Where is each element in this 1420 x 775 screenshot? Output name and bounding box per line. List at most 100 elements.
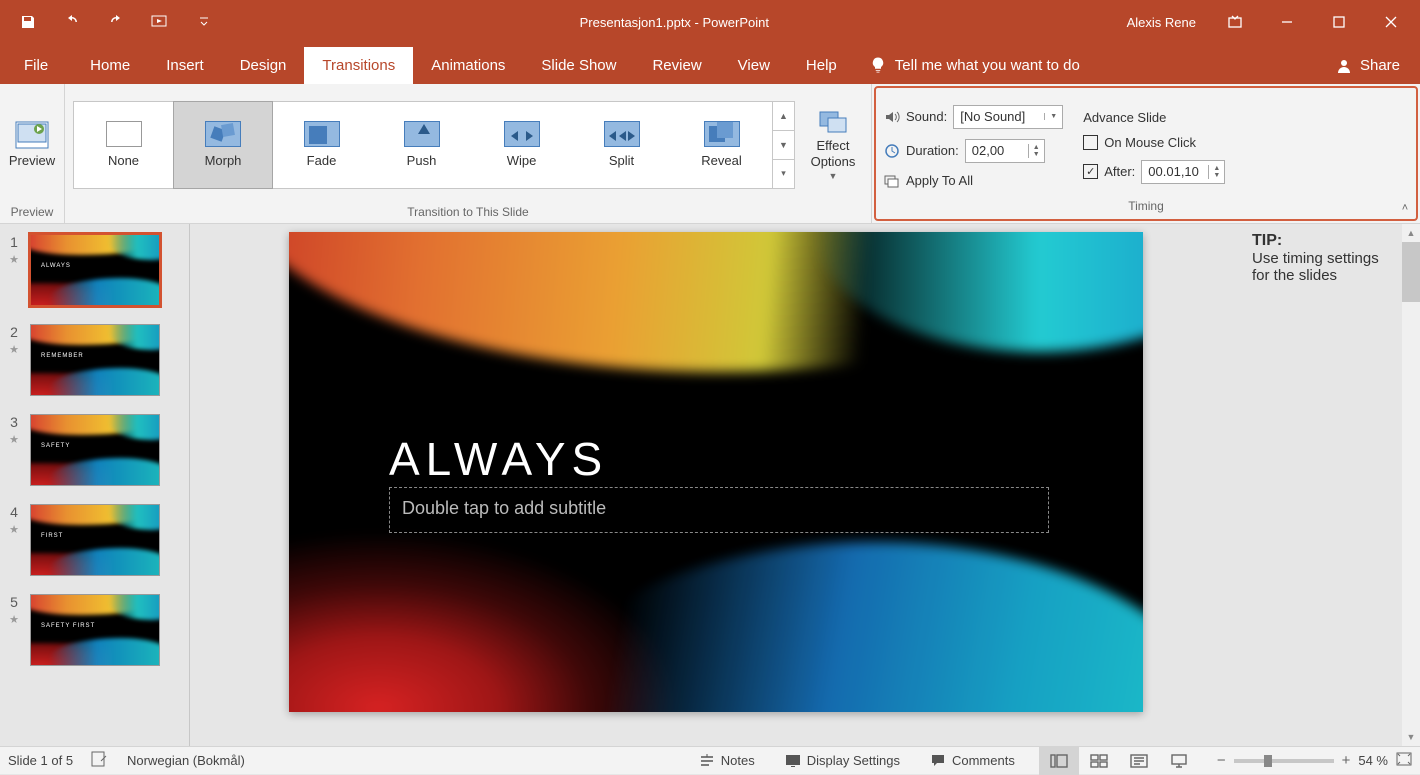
transition-push[interactable]: Push	[372, 102, 472, 188]
transition-none[interactable]: None	[74, 102, 174, 188]
tell-me-search[interactable]: Tell me what you want to do	[855, 56, 1094, 84]
slide-thumbnail-panel[interactable]: 1 ★ ALWAYS 2 ★ REMEMBER 3 ★ SAFETY 4★ FIRST…	[0, 224, 190, 746]
preview-button[interactable]: Preview	[4, 101, 60, 189]
reading-view-button[interactable]	[1119, 747, 1159, 775]
gallery-more-icon[interactable]: ▾	[773, 160, 794, 188]
tab-transitions[interactable]: Transitions	[304, 47, 413, 84]
fit-to-window-button[interactable]	[1396, 752, 1412, 769]
quick-access-toolbar	[0, 7, 232, 37]
spin-down-icon[interactable]: ▼	[1029, 151, 1044, 158]
star-icon[interactable]: ★	[9, 523, 19, 536]
transition-wipe[interactable]: Wipe	[472, 102, 572, 188]
slide-thumbnail-2[interactable]: REMEMBER	[30, 324, 160, 396]
gallery-scroll: ▲ ▼ ▾	[772, 102, 794, 188]
thumbnail-row: 4★ FIRST	[6, 504, 183, 576]
sound-dropdown[interactable]: [No Sound]▼	[953, 105, 1063, 129]
sound-icon	[884, 109, 900, 125]
zoom-in-button[interactable]: +	[1342, 752, 1351, 769]
clock-icon	[884, 143, 900, 159]
star-icon[interactable]: ★	[9, 253, 19, 266]
minimize-icon[interactable]	[1264, 7, 1310, 37]
lightbulb-icon	[869, 56, 887, 74]
zoom-level[interactable]: 54 %	[1358, 753, 1388, 768]
star-icon[interactable]: ★	[9, 343, 19, 356]
transition-reveal[interactable]: Reveal	[672, 102, 772, 188]
zoom-out-button[interactable]: −	[1217, 752, 1226, 769]
redo-icon[interactable]	[98, 7, 134, 37]
slide-sorter-button[interactable]	[1079, 747, 1119, 775]
workspace: 1 ★ ALWAYS 2 ★ REMEMBER 3 ★ SAFETY 4★ FIRST…	[0, 224, 1420, 746]
tab-animations[interactable]: Animations	[413, 47, 523, 84]
tab-design[interactable]: Design	[222, 47, 305, 84]
slide-area[interactable]: ALWAYS Double tap to add subtitle	[190, 224, 1242, 746]
tab-home[interactable]: Home	[72, 47, 148, 84]
qat-customize-icon[interactable]	[186, 7, 222, 37]
duration-input[interactable]: 02,00▲▼	[965, 139, 1045, 163]
vertical-scrollbar[interactable]: ▲ ▼	[1402, 224, 1420, 746]
comments-button[interactable]: Comments	[924, 747, 1021, 774]
star-icon[interactable]: ★	[9, 433, 19, 446]
scroll-thumb[interactable]	[1402, 242, 1420, 302]
preview-icon	[15, 121, 49, 149]
spin-up-icon[interactable]: ▲	[1029, 144, 1044, 151]
tab-help[interactable]: Help	[788, 47, 855, 84]
star-icon[interactable]: ★	[9, 613, 19, 626]
zoom-slider-thumb[interactable]	[1264, 755, 1272, 767]
after-input[interactable]: 00.01,10▲▼	[1141, 160, 1225, 184]
user-name[interactable]: Alexis Rene	[1117, 15, 1206, 30]
slide-thumbnail-3[interactable]: SAFETY	[30, 414, 160, 486]
transition-split[interactable]: Split	[572, 102, 672, 188]
tab-slideshow[interactable]: Slide Show	[523, 47, 634, 84]
start-from-beginning-icon[interactable]	[142, 7, 178, 37]
tip-panel: TIP: Use timing settings for the slides	[1242, 224, 1402, 746]
slide-thumbnail-1[interactable]: ALWAYS	[30, 234, 160, 306]
gallery-up-icon[interactable]: ▲	[773, 102, 794, 131]
tab-review[interactable]: Review	[634, 47, 719, 84]
share-button[interactable]: Share	[1316, 57, 1420, 84]
notes-button[interactable]: Notes	[693, 747, 761, 774]
spin-up-icon[interactable]: ▲	[1209, 165, 1224, 172]
collapse-ribbon-icon[interactable]: ˄	[1396, 199, 1414, 217]
ribbon-group-label: Transition to This Slide	[69, 201, 867, 221]
after-checkbox[interactable]	[1083, 164, 1098, 179]
apply-to-all-button[interactable]: Apply To All	[884, 173, 1063, 189]
slide-thumbnail-5[interactable]: SAFETY FIRST	[30, 594, 160, 666]
spin-down-icon[interactable]: ▼	[1209, 172, 1224, 179]
scroll-up-icon[interactable]: ▲	[1402, 224, 1420, 242]
ribbon-group-label: Preview	[4, 201, 60, 221]
maximize-icon[interactable]	[1316, 7, 1362, 37]
transition-morph[interactable]: Morph	[173, 101, 273, 189]
slide-counter[interactable]: Slide 1 of 5	[8, 753, 73, 768]
save-icon[interactable]	[10, 7, 46, 37]
status-bar: Slide 1 of 5 Norwegian (Bokmål) Notes Di…	[0, 746, 1420, 774]
view-buttons	[1039, 747, 1199, 775]
spell-check-icon[interactable]	[91, 751, 109, 770]
slide-number: 3	[10, 414, 18, 430]
slide-canvas[interactable]: ALWAYS Double tap to add subtitle	[289, 232, 1143, 712]
slide-number: 2	[10, 324, 18, 340]
slide-thumbnail-4[interactable]: FIRST	[30, 504, 160, 576]
close-icon[interactable]	[1368, 7, 1414, 37]
display-settings-button[interactable]: Display Settings	[779, 747, 906, 774]
zoom-slider[interactable]	[1234, 759, 1334, 763]
ribbon-group-timing: Sound: [No Sound]▼ Duration: 02,00▲▼ App…	[874, 86, 1418, 221]
scroll-down-icon[interactable]: ▼	[1402, 728, 1420, 746]
subtitle-placeholder[interactable]: Double tap to add subtitle	[389, 487, 1049, 533]
on-mouse-click-checkbox[interactable]: On Mouse Click	[1083, 135, 1225, 150]
slideshow-view-button[interactable]	[1159, 747, 1199, 775]
tab-view[interactable]: View	[720, 47, 788, 84]
undo-icon[interactable]	[54, 7, 90, 37]
normal-view-button[interactable]	[1039, 747, 1079, 775]
slide-number: 1	[10, 234, 18, 250]
language-indicator[interactable]: Norwegian (Bokmål)	[127, 753, 245, 768]
slide-title[interactable]: ALWAYS	[389, 432, 608, 486]
gallery-down-icon[interactable]: ▼	[773, 131, 794, 160]
tip-body: Use timing settings for the slides	[1252, 250, 1392, 284]
ribbon-display-icon[interactable]	[1212, 7, 1258, 37]
effect-options-button[interactable]: Effect Options ▼	[799, 101, 867, 189]
chevron-down-icon: ▼	[1045, 113, 1062, 120]
tab-insert[interactable]: Insert	[148, 47, 222, 84]
checkbox-icon	[1083, 135, 1098, 150]
transition-fade[interactable]: Fade	[272, 102, 372, 188]
tab-file[interactable]: File	[0, 47, 72, 84]
